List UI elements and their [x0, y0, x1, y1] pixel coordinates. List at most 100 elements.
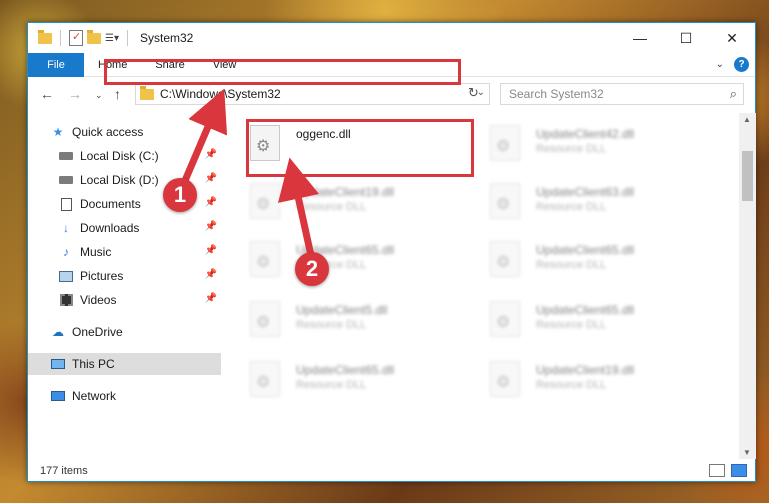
file-explorer-window: ☰▾ System32 — ☐ ✕ File Home Share View ⌄…: [27, 22, 756, 482]
recent-locations-icon[interactable]: ⌄: [95, 90, 103, 101]
back-icon[interactable]: ←: [40, 86, 54, 102]
file-type: Resource DLL: [296, 201, 367, 213]
window-title: System32: [139, 31, 194, 45]
sidebar-item-label: OneDrive: [72, 325, 123, 339]
dll-file-icon: [250, 183, 280, 219]
file-type: Resource DLL: [296, 319, 367, 331]
music-icon: ♪: [63, 245, 69, 259]
scrollbar-thumb[interactable]: [742, 151, 753, 201]
item-count: 177 items: [40, 465, 88, 477]
sidebar-item-pictures[interactable]: Pictures 📌: [28, 265, 221, 287]
search-input[interactable]: Search System32 ⌕: [500, 83, 744, 105]
file-item[interactable]: UpdateClient65.dll Resource DLL: [464, 233, 694, 287]
file-type: Resource DLL: [536, 143, 607, 155]
dll-file-icon: [250, 241, 280, 277]
file-type: Resource DLL: [536, 319, 607, 331]
sidebar-item-label: This PC: [72, 357, 115, 371]
view-toggle: [709, 464, 747, 477]
sidebar-item-onedrive[interactable]: ☁ OneDrive: [28, 321, 221, 343]
toolbar-separator: [60, 30, 61, 46]
pin-icon[interactable]: 📌: [205, 245, 217, 256]
forward-icon[interactable]: →: [68, 86, 82, 102]
help-icon[interactable]: ?: [734, 57, 749, 72]
dll-file-icon: [490, 183, 520, 219]
sidebar-item-label: Videos: [80, 293, 117, 307]
minimize-button[interactable]: —: [617, 23, 663, 53]
file-name: UpdateClient42.dll: [536, 127, 635, 141]
file-type: Resource DLL: [536, 259, 607, 271]
sidebar-item-videos[interactable]: Videos 📌: [28, 289, 221, 311]
pin-icon[interactable]: 📌: [205, 149, 217, 160]
scroll-up-icon[interactable]: ▲: [743, 115, 751, 124]
drive-icon: [58, 149, 74, 163]
step-1-badge: 1: [163, 178, 197, 212]
network-icon: [50, 389, 66, 403]
drive-icon: [58, 173, 74, 187]
file-type: Resource DLL: [536, 379, 607, 391]
ribbon-right: ⌄ ?: [716, 57, 749, 72]
pin-icon[interactable]: 📌: [205, 173, 217, 184]
maximize-button[interactable]: ☐: [663, 23, 709, 53]
search-icon[interactable]: ⌕: [730, 86, 737, 102]
sidebar-item-network[interactable]: Network: [28, 385, 221, 407]
vertical-scrollbar[interactable]: ▲ ▼: [739, 113, 756, 459]
onedrive-icon: ☁: [52, 325, 64, 339]
sidebar-item-quick-access[interactable]: ★ Quick access: [28, 121, 221, 143]
step-2-badge: 2: [295, 252, 329, 286]
large-icons-view-icon[interactable]: [731, 464, 747, 477]
star-icon: ★: [52, 125, 64, 139]
address-highlight-box: [104, 59, 461, 85]
file-name: UpdateClient65.dll: [536, 303, 635, 317]
sidebar-item-label: Network: [72, 389, 117, 403]
folder-icon: [140, 85, 154, 100]
tab-file[interactable]: File: [28, 52, 84, 77]
properties-icon[interactable]: [69, 30, 83, 46]
file-item[interactable]: UpdateClient42.dll Resource DLL: [464, 117, 694, 171]
file-item[interactable]: UpdateClient63.dll Resource DLL: [464, 175, 694, 229]
file-type: Resource DLL: [296, 379, 367, 391]
sidebar-item-label: Local Disk (C:): [80, 149, 159, 163]
videos-icon: [58, 293, 74, 307]
sidebar-item-downloads[interactable]: ↓ Downloads 📌: [28, 217, 221, 239]
scroll-down-icon[interactable]: ▼: [743, 448, 751, 457]
search-placeholder: Search System32: [509, 87, 604, 101]
file-item[interactable]: UpdateClient19.dll Resource DLL: [224, 175, 454, 229]
refresh-icon[interactable]: ↻: [468, 85, 479, 101]
navigation-pane: ★ Quick access Local Disk (C:) 📌 Local D…: [28, 117, 223, 457]
close-button[interactable]: ✕: [709, 23, 755, 53]
address-bar[interactable]: C:\Windows\System32 ⌄: [135, 83, 490, 105]
sidebar-item-local-disk-c[interactable]: Local Disk (C:) 📌: [28, 145, 221, 167]
pin-icon[interactable]: 📌: [205, 293, 217, 304]
dll-file-icon: [250, 361, 280, 397]
sidebar-item-label: Music: [80, 245, 112, 259]
file-item[interactable]: UpdateClient65.dll Resource DLL: [224, 233, 454, 287]
pin-icon[interactable]: 📌: [205, 197, 217, 208]
details-view-icon[interactable]: [709, 464, 725, 477]
customize-toolbar-icon[interactable]: ☰▾: [105, 33, 119, 44]
new-folder-icon[interactable]: [87, 29, 101, 44]
file-name: UpdateClient65.dll: [536, 243, 635, 257]
folder-icon: [38, 29, 52, 44]
status-bar: 177 items: [28, 461, 755, 481]
pin-icon[interactable]: 📌: [205, 269, 217, 280]
sidebar-item-label: Downloads: [80, 221, 140, 235]
quick-access-toolbar: ☰▾: [38, 29, 132, 46]
file-item[interactable]: UpdateClient5.dll Resource DLL: [224, 293, 454, 347]
file-item[interactable]: UpdateClient65.dll Resource DLL: [464, 293, 694, 347]
expand-ribbon-icon[interactable]: ⌄: [716, 59, 724, 70]
sidebar-item-this-pc[interactable]: This PC: [28, 353, 221, 375]
address-path[interactable]: C:\Windows\System32: [160, 87, 281, 101]
pin-icon[interactable]: 📌: [205, 221, 217, 232]
file-item[interactable]: UpdateClient65.dll Resource DLL: [224, 353, 454, 407]
up-icon[interactable]: ↑: [114, 86, 121, 102]
sidebar-item-label: Local Disk (D:): [80, 173, 159, 187]
dll-file-icon: [490, 125, 520, 161]
dll-file-icon: [490, 361, 520, 397]
file-name: UpdateClient19.dll: [296, 185, 395, 199]
sidebar-item-music[interactable]: ♪ Music 📌: [28, 241, 221, 263]
pictures-icon: [58, 269, 74, 283]
this-pc-icon: [50, 357, 66, 371]
dll-file-icon: [490, 301, 520, 337]
file-item[interactable]: UpdateClient19.dll Resource DLL: [464, 353, 694, 407]
dll-file-icon: [250, 301, 280, 337]
